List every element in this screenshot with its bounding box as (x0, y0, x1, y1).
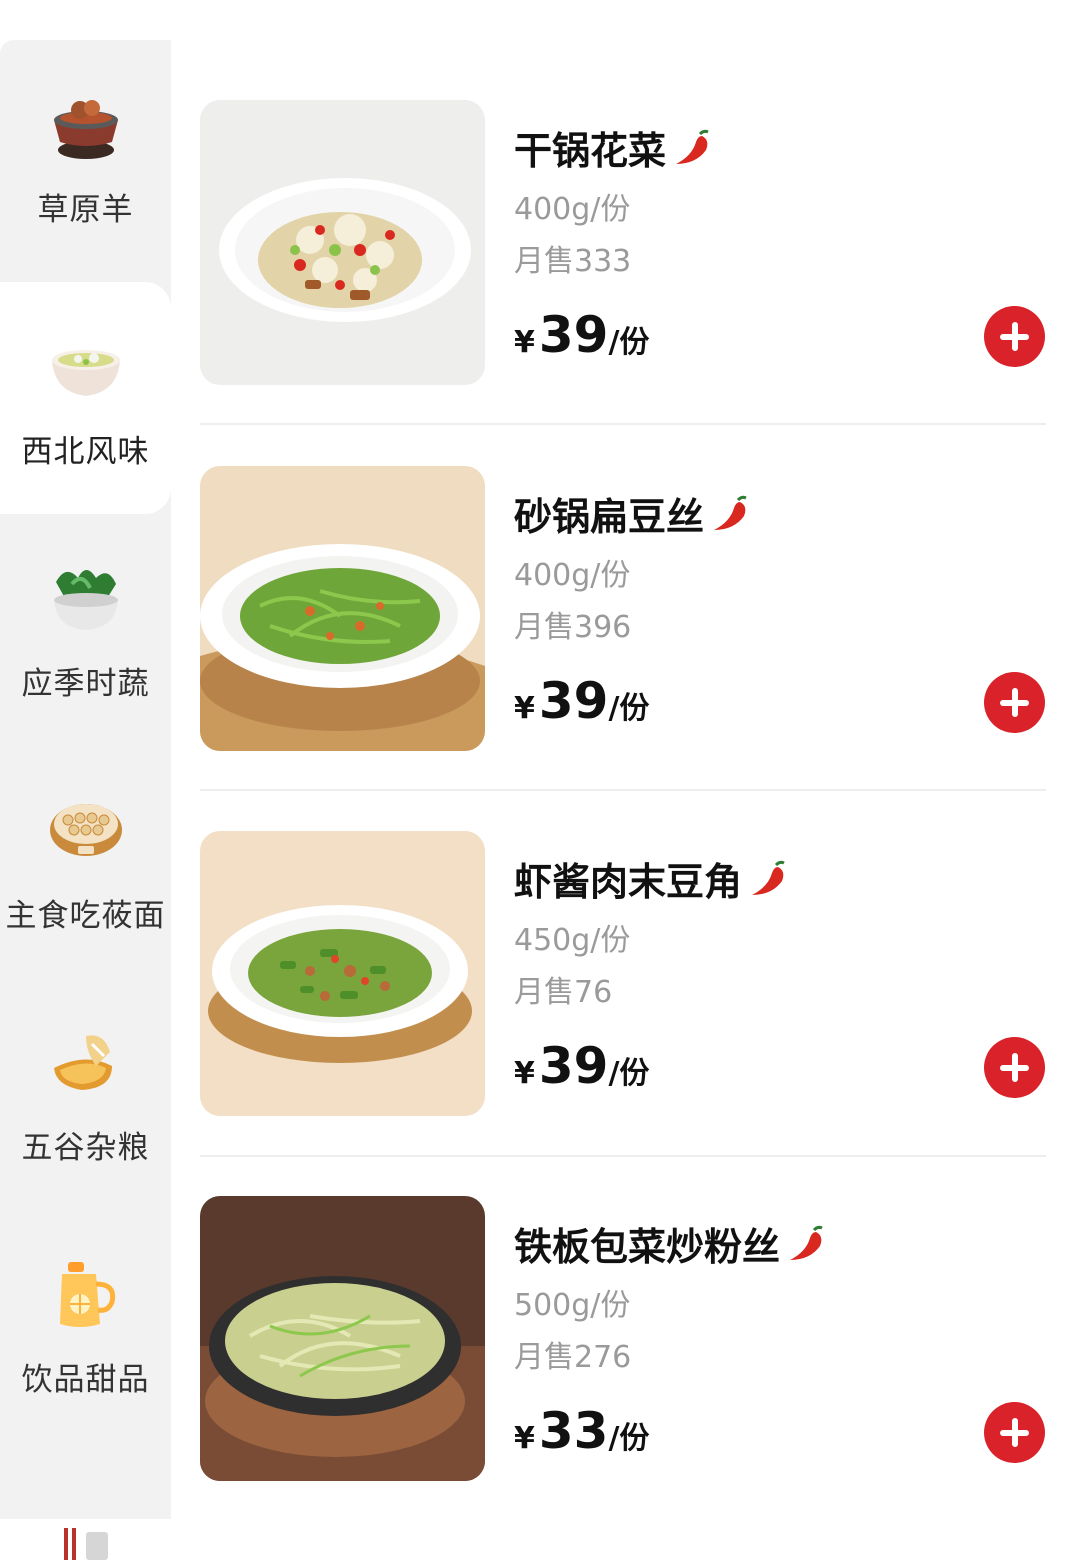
add-to-cart-button[interactable] (984, 672, 1045, 733)
category-item-drinks[interactable]: 饮品甜品 (0, 1210, 171, 1442)
product-image[interactable] (200, 831, 485, 1116)
product-name: 铁板包菜炒粉丝 (514, 1216, 828, 1271)
category-label: 五谷杂粮 (21, 1130, 150, 1166)
divider (200, 789, 1046, 791)
monthly-sales: 月售396 (514, 610, 632, 645)
price-value: 39 (538, 672, 609, 730)
product-spec: 450g/份 (514, 923, 631, 958)
drink-jug-icon (59, 1262, 115, 1327)
price-unit: /份 (608, 1421, 650, 1456)
currency-symbol: ¥ (514, 325, 535, 360)
product-spec: 400g/份 (514, 558, 631, 593)
category-item-staple[interactable]: 主食吃莜面 (0, 746, 171, 978)
product-card[interactable]: 砂锅扁豆丝 400g/份 月售396 ¥39/份 (200, 466, 1046, 752)
category-sidebar: 草原羊 西北风味 应季时蔬 主食吃莜面 五谷杂粮 饮品甜品 (0, 40, 171, 1560)
category-item-northwest[interactable]: 西北风味 (0, 282, 171, 514)
soup-bowl-icon (51, 350, 120, 396)
price-value: 33 (538, 1402, 609, 1460)
category-label: 主食吃莜面 (5, 898, 166, 934)
product-price: ¥33/份 (514, 1402, 649, 1460)
monthly-sales: 月售76 (514, 975, 613, 1010)
monthly-sales: 月售276 (514, 1340, 632, 1375)
mutton-hotpot-icon (53, 100, 118, 159)
category-label: 饮品甜品 (21, 1362, 150, 1398)
category-item-mutton[interactable]: 草原羊 (0, 40, 171, 272)
chili-pepper-icon (676, 129, 709, 164)
product-image[interactable] (200, 1196, 485, 1481)
product-card[interactable]: 虾酱肉末豆角 450g/份 月售76 ¥39/份 (200, 831, 1046, 1117)
product-image[interactable] (200, 466, 485, 751)
category-item-grains[interactable]: 五谷杂粮 (0, 978, 171, 1210)
category-item-seasonal-veg[interactable]: 应季时蔬 (0, 514, 171, 746)
product-spec: 500g/份 (514, 1288, 631, 1323)
price-unit: /份 (608, 691, 650, 726)
product-price: ¥39/份 (514, 1037, 649, 1095)
divider (200, 423, 1046, 425)
chili-pepper-icon (714, 495, 747, 530)
divider (200, 1155, 1046, 1157)
product-image[interactable] (200, 100, 485, 385)
price-unit: /份 (608, 325, 650, 360)
product-name: 干锅花菜 (514, 120, 714, 175)
price-unit: /份 (608, 1056, 650, 1091)
add-to-cart-button[interactable] (984, 1402, 1045, 1463)
product-name: 砂锅扁豆丝 (514, 486, 752, 541)
product-card[interactable]: 干锅花菜 400g/份 月售333 ¥39/份 (200, 100, 1046, 386)
pancake-icon (53, 1035, 112, 1090)
greens-bowl-icon (53, 570, 118, 630)
steamer-icon (49, 804, 122, 856)
chopsticks-icon (64, 1528, 108, 1560)
add-to-cart-button[interactable] (984, 306, 1045, 367)
product-name: 虾酱肉末豆角 (514, 851, 790, 906)
product-price: ¥39/份 (514, 672, 649, 730)
chili-pepper-icon (790, 1225, 823, 1260)
add-to-cart-button[interactable] (984, 1037, 1045, 1098)
currency-symbol: ¥ (514, 1056, 535, 1091)
chili-pepper-icon (752, 860, 785, 895)
currency-symbol: ¥ (514, 691, 535, 726)
category-label: 西北风味 (21, 434, 150, 470)
category-label: 草原羊 (37, 192, 134, 228)
product-card[interactable]: 铁板包菜炒粉丝 500g/份 月售276 ¥33/份 (200, 1196, 1046, 1482)
currency-symbol: ¥ (514, 1421, 535, 1456)
product-spec: 400g/份 (514, 192, 631, 227)
price-value: 39 (538, 306, 609, 364)
category-label: 应季时蔬 (21, 666, 150, 702)
price-value: 39 (538, 1037, 609, 1095)
product-price: ¥39/份 (514, 306, 649, 364)
monthly-sales: 月售333 (514, 244, 632, 279)
